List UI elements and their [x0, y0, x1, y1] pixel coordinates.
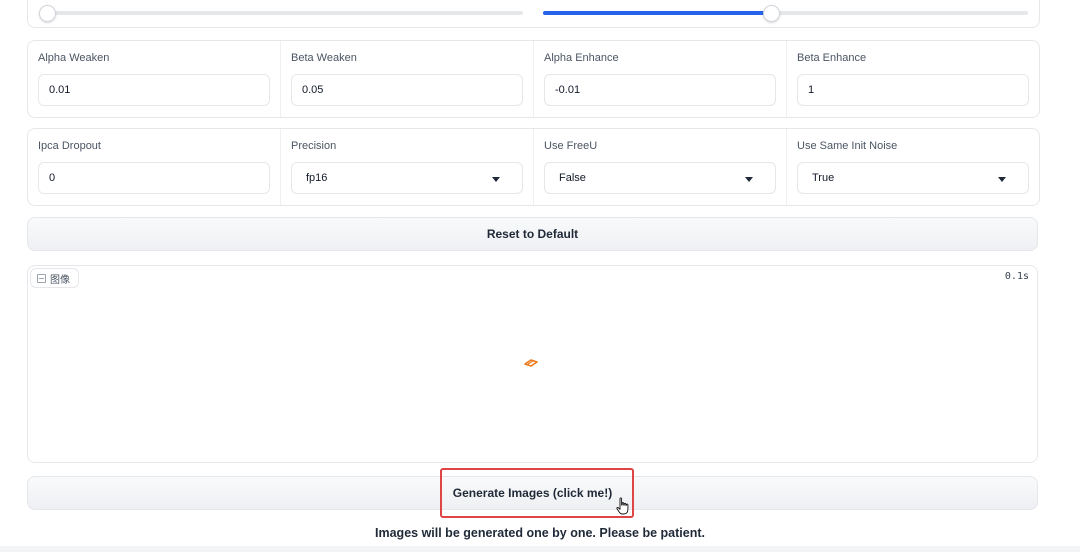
same-init-noise-value: True: [812, 172, 835, 184]
beta-weaken-input[interactable]: 0.05: [291, 74, 523, 106]
beta-enhance-input[interactable]: 1: [797, 74, 1029, 106]
slider-2-thumb[interactable]: [762, 5, 780, 22]
slider-2-fill: [543, 11, 771, 15]
options-row: Ipca Dropout 0 Precision fp16 Use FreeU …: [27, 128, 1040, 206]
precision-value: fp16: [306, 172, 328, 184]
alpha-enhance-input[interactable]: -0.01: [544, 74, 776, 106]
chevron-down-icon: [998, 177, 1006, 182]
reset-to-default-button[interactable]: Reset to Default: [27, 217, 1038, 251]
progress-timer: 0.1s: [1004, 271, 1029, 282]
hand-cursor-icon: [616, 497, 629, 515]
same-init-noise-select[interactable]: True: [797, 162, 1029, 194]
alpha-enhance-label: Alpha Enhance: [544, 52, 619, 64]
precision-cell: Precision fp16: [281, 129, 534, 205]
alpha-weaken-input[interactable]: 0.01: [38, 74, 270, 106]
image-panel-tag: 图像: [30, 268, 79, 288]
beta-weaken-cell: Beta Weaken 0.05: [281, 41, 534, 117]
slider-1-thumb[interactable]: [39, 5, 56, 22]
generate-images-button[interactable]: Generate Images (click me!): [27, 476, 1038, 510]
image-icon: [37, 273, 46, 283]
slider-2-track[interactable]: [543, 5, 1028, 22]
weaken-enhance-row: Alpha Weaken 0.01 Beta Weaken 0.05 Alpha…: [27, 40, 1040, 118]
use-freeu-select[interactable]: False: [544, 162, 776, 194]
image-output-panel: 图像 0.1s: [27, 265, 1038, 463]
alpha-enhance-cell: Alpha Enhance -0.01: [534, 41, 787, 117]
image-panel-tag-label: 图像: [50, 274, 70, 286]
slider-1-track[interactable]: [39, 5, 523, 22]
beta-enhance-cell: Beta Enhance 1: [787, 41, 1039, 117]
beta-weaken-label: Beta Weaken: [291, 52, 357, 64]
precision-select[interactable]: fp16: [291, 162, 523, 194]
precision-label: Precision: [291, 140, 337, 152]
loading-spinner-icon: [524, 359, 538, 367]
use-freeu-label: Use FreeU: [544, 140, 598, 152]
patience-note: Images will be generated one by one. Ple…: [375, 526, 705, 540]
ipca-dropout-cell: Ipca Dropout 0: [28, 129, 281, 205]
same-init-noise-label: Use Same Init Noise: [797, 140, 898, 152]
alpha-weaken-cell: Alpha Weaken 0.01: [28, 41, 281, 117]
ipca-dropout-input[interactable]: 0: [38, 162, 270, 194]
use-freeu-cell: Use FreeU False: [534, 129, 787, 205]
beta-enhance-label: Beta Enhance: [797, 52, 867, 64]
chevron-down-icon: [745, 177, 753, 182]
chevron-down-icon: [492, 177, 500, 182]
alpha-weaken-label: Alpha Weaken: [38, 52, 110, 64]
ipca-dropout-label: Ipca Dropout: [38, 140, 101, 152]
same-init-noise-cell: Use Same Init Noise True: [787, 129, 1039, 205]
bottom-bar: [0, 546, 1080, 552]
use-freeu-value: False: [559, 172, 586, 184]
slider-panel: [27, 0, 1040, 28]
